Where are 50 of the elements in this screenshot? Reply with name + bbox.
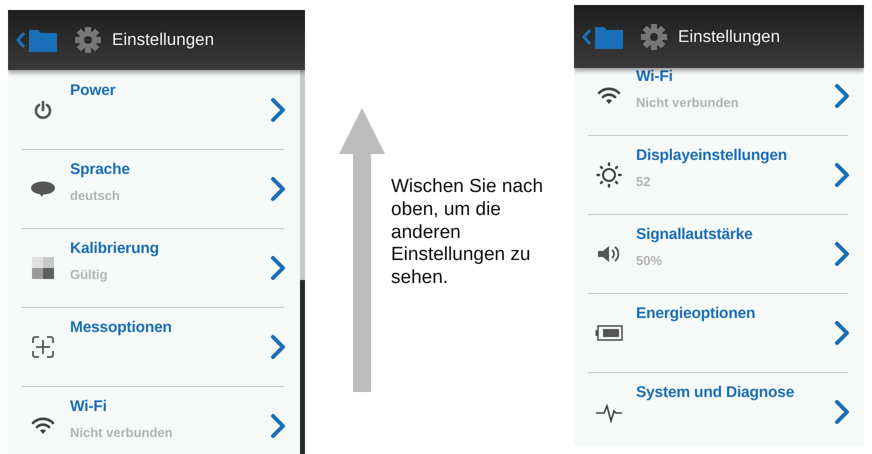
item-value: deutsch	[70, 188, 121, 204]
chevron-right-icon	[834, 82, 850, 108]
chevron-right-icon	[834, 240, 850, 266]
gear-icon	[74, 26, 102, 54]
settings-item[interactable]: Power	[8, 70, 300, 149]
item-label: Displayeinstellungen	[636, 147, 788, 166]
item-value: Gültig	[70, 266, 109, 282]
chevron-right-icon	[270, 96, 286, 122]
gear-icon	[640, 22, 668, 50]
item-label: Sprache	[70, 161, 131, 180]
chevron-right-icon	[834, 162, 850, 188]
item-value: 50%	[636, 252, 664, 268]
wifi-icon	[31, 416, 55, 434]
screen-title: Einstellungen	[678, 26, 780, 48]
instruction-text: Wischen Sie nach oben, um die anderen Einstellungen zu sehen.	[391, 176, 544, 290]
item-value: Nicht verbunden	[70, 424, 174, 440]
chevron-right-icon	[270, 176, 286, 202]
item-label: Messoptionen	[70, 319, 173, 338]
settings-item[interactable]: Wi-Fi Nicht verbunden	[8, 386, 300, 454]
settings-item[interactable]: Displayeinstellungen 52	[574, 135, 864, 214]
chevron-right-icon	[270, 254, 286, 280]
speaker-icon	[597, 244, 621, 262]
item-label: Kalibrierung	[70, 240, 160, 259]
item-label: Energieoptionen	[636, 305, 756, 324]
grayscale-squares-icon	[32, 256, 54, 278]
wifi-icon	[597, 86, 621, 104]
item-label: System und Diagnose	[636, 384, 796, 403]
sun-icon	[596, 162, 622, 188]
item-label: Wi-Fi	[70, 398, 108, 417]
item-value: 52	[636, 174, 652, 190]
crosshair-frame-icon	[31, 334, 55, 358]
power-icon	[33, 100, 53, 120]
settings-item[interactable]: Signallautstärke 50%	[574, 214, 864, 293]
screen-title: Einstellungen	[112, 29, 214, 52]
item-label: Signallautstärke	[636, 226, 754, 245]
chevron-right-icon	[270, 334, 286, 360]
settings-item[interactable]: Energieoptionen	[574, 293, 864, 372]
item-label: Wi-Fi	[636, 68, 674, 87]
chevron-right-icon	[834, 320, 850, 346]
chevron-right-icon	[270, 412, 286, 438]
battery-icon	[595, 324, 623, 340]
settings-item[interactable]: System und Diagnose	[574, 372, 864, 446]
speech-bubble-icon	[30, 180, 56, 198]
settings-item[interactable]: Kalibrierung Gültig	[8, 228, 300, 307]
settings-item[interactable]: Wi-Fi Nicht verbunden	[574, 68, 864, 135]
item-label: Power	[70, 82, 117, 101]
chevron-right-icon	[834, 398, 850, 424]
settings-item[interactable]: Messoptionen	[8, 307, 300, 386]
item-value: Nicht verbunden	[636, 94, 740, 110]
settings-item[interactable]: Sprache deutsch	[8, 149, 300, 228]
